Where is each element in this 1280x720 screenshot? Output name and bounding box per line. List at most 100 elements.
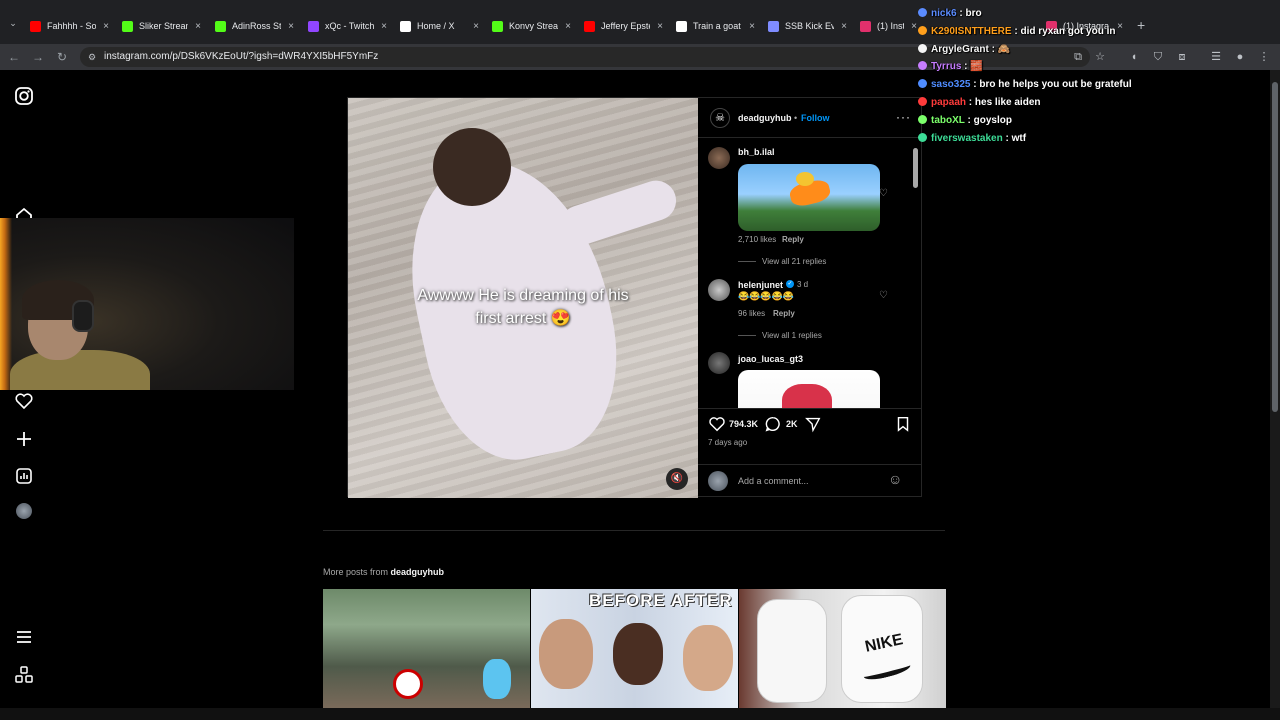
post-sidebar: ☠ deadguyhub • Follow ··· bh_b.ilal ♡ 2,… bbox=[698, 98, 922, 498]
post-username[interactable]: deadguyhub bbox=[738, 113, 792, 123]
save-bookmark-icon[interactable] bbox=[894, 415, 912, 433]
more-post-thumbnail[interactable]: BEFORE AFTER bbox=[531, 589, 738, 708]
commenter-avatar[interactable] bbox=[708, 279, 730, 301]
comment-reply-button[interactable]: Reply bbox=[782, 235, 804, 244]
chat-username: ArgyleGrant bbox=[931, 43, 989, 55]
face-figure-3 bbox=[683, 625, 733, 691]
dashboard-icon[interactable] bbox=[14, 466, 34, 486]
comment-username[interactable]: bh_b.ilal bbox=[738, 147, 775, 157]
comments-scrollbar[interactable] bbox=[912, 138, 920, 408]
follow-button[interactable]: Follow bbox=[801, 113, 830, 123]
page-scrollbar[interactable] bbox=[1270, 70, 1280, 708]
comment-bubble-icon[interactable] bbox=[764, 415, 782, 433]
chat-text: wtf bbox=[1011, 132, 1027, 144]
comment-username[interactable]: helenjunet bbox=[738, 280, 783, 290]
post-video[interactable]: Awwww He is dreaming of his first arrest… bbox=[348, 98, 698, 498]
commenter-avatar[interactable] bbox=[708, 147, 730, 169]
comments-count: 2K bbox=[786, 419, 798, 429]
tiktok-icon bbox=[676, 20, 687, 32]
comment-like-heart-icon[interactable]: ♡ bbox=[879, 290, 888, 301]
back-icon[interactable]: ← bbox=[6, 49, 22, 65]
emoji-picker-icon[interactable]: ☺ bbox=[888, 471, 902, 487]
browser-tab[interactable]: AdinRoss St × bbox=[215, 16, 297, 36]
comment-username[interactable]: joao_lucas_gt3 bbox=[738, 354, 803, 364]
face-figure-2 bbox=[613, 623, 663, 685]
commenter-avatar[interactable] bbox=[708, 352, 730, 374]
instagram-logo-icon[interactable] bbox=[14, 86, 34, 106]
view-replies-label: View all 21 replies bbox=[762, 257, 827, 266]
view-replies-button[interactable]: View all 21 replies bbox=[738, 257, 826, 266]
browser-tab[interactable]: Fahhhh - So × bbox=[30, 16, 112, 36]
tab-close-icon[interactable]: × bbox=[470, 21, 482, 32]
tab-close-icon[interactable]: × bbox=[654, 21, 666, 32]
comment-text: 😂😂😂😂😂 bbox=[738, 291, 795, 301]
tab-close-icon[interactable]: × bbox=[100, 21, 112, 32]
comments-scrollbar-thumb[interactable] bbox=[913, 148, 918, 188]
more-posts-username[interactable]: deadguyhub bbox=[391, 567, 445, 577]
comment-gif-image[interactable] bbox=[738, 164, 880, 231]
skull-avatar-icon[interactable]: ☠ bbox=[710, 108, 730, 128]
comment-gif-image[interactable] bbox=[738, 370, 880, 408]
browser-tab[interactable]: (1) Insta× bbox=[860, 16, 920, 36]
tab-label: Home / X bbox=[417, 21, 455, 31]
notifications-heart-icon[interactable] bbox=[14, 391, 34, 411]
browser-tab[interactable]: Train a goat × bbox=[676, 16, 758, 36]
comment-like-heart-icon[interactable]: ♡ bbox=[879, 188, 888, 199]
video-caption-line1: Awwww He is dreaming of his bbox=[417, 287, 629, 304]
likes-count: 794.3K bbox=[729, 419, 759, 429]
add-comment-input[interactable]: Add a comment... bbox=[738, 476, 809, 486]
tab-close-icon[interactable]: × bbox=[378, 21, 390, 32]
chat-separator: : bbox=[988, 43, 998, 55]
pad-figure-1 bbox=[757, 599, 827, 703]
youtube-icon bbox=[30, 20, 41, 32]
tab-close-icon[interactable]: × bbox=[746, 21, 758, 32]
streamer-webcam-overlay bbox=[0, 218, 294, 390]
chat-badge-icon bbox=[918, 79, 927, 89]
browser-tab[interactable]: xQc - Twitch × bbox=[308, 16, 390, 36]
also-from-meta-icon[interactable] bbox=[14, 665, 34, 685]
chat-badge-icon bbox=[918, 97, 927, 106]
face-figure-1 bbox=[539, 619, 593, 689]
chat-username: Tyrrus bbox=[931, 61, 962, 73]
post-card: Awwww He is dreaming of his first arrest… bbox=[347, 97, 922, 498]
chat-message: K290ISNTTHERE : did ryxan got you in bbox=[918, 25, 1115, 37]
like-heart-icon[interactable] bbox=[708, 415, 726, 433]
chat-username: fiverswastaken bbox=[931, 132, 1003, 144]
share-send-icon[interactable] bbox=[804, 415, 822, 433]
view-replies-button[interactable]: View all 1 replies bbox=[738, 331, 822, 340]
instagram-icon bbox=[860, 20, 871, 32]
tab-search-icon[interactable]: ⌄ bbox=[6, 18, 20, 32]
more-posts-prefix: More posts from bbox=[323, 567, 389, 577]
reload-icon[interactable]: ↻ bbox=[54, 49, 70, 65]
forward-icon[interactable]: → bbox=[30, 49, 46, 65]
instagram-page: Awwww He is dreaming of his first arrest… bbox=[0, 70, 1270, 708]
tab-close-icon[interactable]: × bbox=[838, 21, 850, 32]
chat-badge-icon bbox=[918, 114, 927, 124]
tab-close-icon[interactable]: × bbox=[192, 21, 204, 32]
more-post-thumbnail[interactable]: NIKE bbox=[739, 589, 946, 708]
chat-badge-icon bbox=[918, 8, 927, 17]
browser-tab[interactable]: SSB Kick Eve × bbox=[768, 16, 850, 36]
tab-close-icon[interactable]: × bbox=[285, 21, 297, 32]
browser-tab[interactable]: Jeffery Epste × bbox=[584, 16, 666, 36]
chat-message: saso325 : bro he helps you out be gratef… bbox=[918, 79, 1132, 90]
more-menu-icon[interactable] bbox=[14, 627, 34, 647]
chat-badge-icon bbox=[918, 25, 927, 35]
comment-reply-button[interactable]: Reply bbox=[773, 309, 795, 318]
mute-speaker-icon[interactable]: 🔇 bbox=[666, 468, 688, 490]
x-icon bbox=[400, 20, 411, 32]
more-options-icon[interactable]: ··· bbox=[896, 110, 911, 124]
browser-tab[interactable]: Konvy Strea × bbox=[492, 16, 574, 36]
tab-close-icon[interactable]: × bbox=[562, 21, 574, 32]
profile-avatar[interactable] bbox=[16, 503, 32, 519]
browser-tab[interactable]: Home / X × bbox=[400, 16, 482, 36]
headset-icon bbox=[72, 300, 94, 332]
url-text[interactable]: instagram.com/p/DSk6VKzEoUt/?igsh=dWR4YX… bbox=[104, 51, 378, 62]
site-info-icon[interactable]: ⚙ bbox=[88, 52, 98, 62]
create-plus-icon[interactable] bbox=[14, 429, 34, 449]
browser-tab[interactable]: Sliker Stream × bbox=[122, 16, 204, 36]
more-post-thumbnail[interactable] bbox=[323, 589, 530, 708]
post-timestamp: 7 days ago bbox=[708, 438, 748, 447]
tab-label: Jeffery Epste bbox=[601, 21, 650, 31]
comment-likes: 2,710 likes bbox=[738, 235, 777, 244]
